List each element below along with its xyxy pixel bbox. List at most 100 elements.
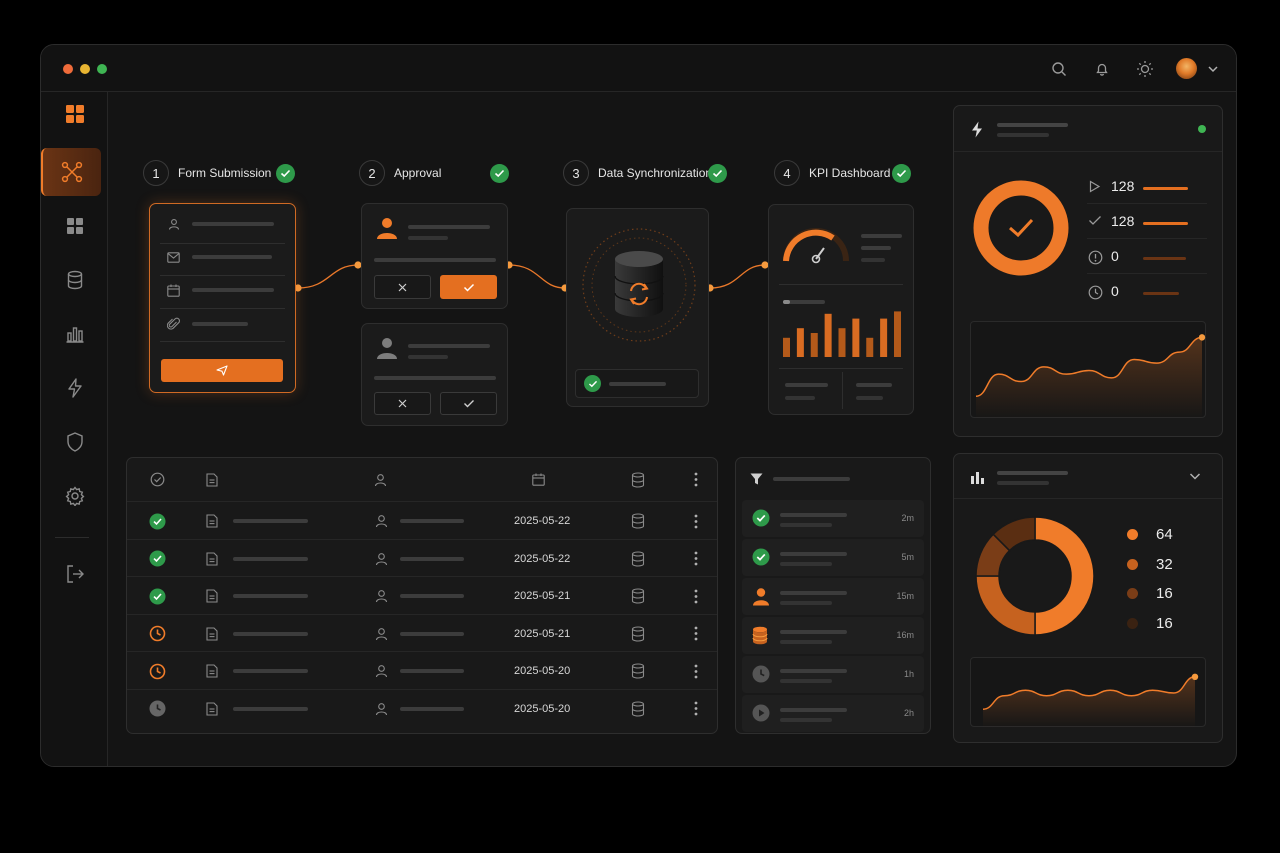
placeholder-line (192, 288, 274, 292)
status-column-icon[interactable] (150, 472, 165, 487)
row-date: 2025-05-20 (514, 665, 571, 677)
stat-level-bar (1143, 187, 1188, 190)
legend-value: 16 (1156, 614, 1173, 632)
table-row[interactable]: 2025-05-21 (127, 613, 717, 653)
table-row[interactable]: 2025-05-21 (127, 576, 717, 614)
placeholder-line (780, 562, 832, 566)
calendar-column-icon[interactable] (532, 473, 545, 486)
legend-item: 64 (1127, 526, 1173, 543)
placeholder-line (192, 322, 248, 326)
placeholder-line (780, 718, 832, 722)
feed-item[interactable]: 1h (742, 656, 924, 693)
trend-chart-2 (970, 657, 1206, 728)
sync-status-row (575, 369, 699, 398)
user-column-icon[interactable] (374, 473, 387, 487)
feed-item[interactable]: 2h (742, 695, 924, 732)
more-vertical-icon[interactable] (694, 540, 698, 578)
close-icon (398, 283, 407, 292)
trend-area (983, 676, 1195, 728)
more-vertical-icon[interactable] (694, 652, 698, 690)
placeholder-line (400, 631, 464, 636)
feed-time: 2h (903, 708, 914, 718)
table-row[interactable]: 2025-05-22 (127, 538, 717, 578)
data-sync-card[interactable] (566, 208, 709, 407)
placeholder-line-accent (783, 300, 790, 304)
database-column-icon[interactable] (631, 472, 645, 488)
approve-button[interactable] (440, 275, 497, 299)
user-icon (376, 336, 398, 360)
reject-button[interactable] (374, 392, 431, 415)
placeholder-line (997, 471, 1068, 475)
submit-button[interactable] (161, 359, 283, 382)
more-vertical-icon[interactable] (694, 502, 698, 540)
more-vertical-icon[interactable] (694, 615, 698, 653)
stat-level-bar (1143, 257, 1186, 260)
placeholder-line (861, 246, 891, 250)
placeholder-line (780, 630, 847, 634)
row-date: 2025-05-22 (514, 552, 571, 565)
feed-time: 5m (901, 552, 914, 562)
placeholder-line (233, 556, 308, 561)
stat-row: 128 (1087, 211, 1207, 239)
bar-chart-icon (970, 471, 985, 484)
placeholder-line (780, 591, 847, 595)
records-table: 2025-05-22 2025-05-22 2025-05-21 2025-05-21… (126, 457, 718, 734)
placeholder-line (785, 383, 828, 387)
approval-card-pending[interactable] (361, 323, 508, 426)
placeholder-line (780, 640, 832, 644)
table-row[interactable]: 2025-05-20 (127, 651, 717, 689)
kpi-dashboard-card[interactable] (768, 204, 914, 415)
placeholder-line (780, 523, 832, 527)
check-icon (1088, 215, 1102, 226)
database-icon (631, 615, 645, 653)
legend-value: 16 (1156, 585, 1173, 602)
document-column-icon[interactable] (206, 473, 218, 487)
placeholder-line (192, 222, 274, 226)
document-icon (206, 577, 218, 615)
placeholder-line (861, 258, 885, 262)
kpi-bar (852, 318, 860, 357)
chevron-down-icon[interactable] (1189, 472, 1201, 481)
feed-item[interactable]: 5m (742, 539, 924, 576)
feed-item[interactable]: 15m (742, 578, 924, 615)
document-icon (206, 690, 218, 728)
feed-time: 1h (903, 669, 914, 679)
reject-button[interactable] (374, 275, 431, 299)
row-date: 2025-05-21 (514, 627, 571, 640)
send-icon (216, 365, 228, 376)
clock-icon (1088, 285, 1103, 300)
check-icon (463, 399, 475, 408)
table-row[interactable]: 2025-05-20 (127, 688, 717, 728)
stat-value: 128 (1111, 213, 1135, 229)
feed-item[interactable]: 2m (742, 500, 924, 537)
placeholder-line (997, 133, 1049, 137)
row-date: 2025-05-21 (514, 590, 571, 602)
approve-button[interactable] (440, 392, 497, 415)
placeholder-line (400, 594, 464, 598)
legend-value: 64 (1156, 526, 1173, 543)
donut-slice (975, 575, 1036, 636)
more-vertical-icon[interactable] (694, 472, 698, 487)
online-status-dot (1198, 125, 1206, 133)
approval-card-approved[interactable] (361, 203, 508, 309)
table-row[interactable]: 2025-05-22 (127, 501, 717, 539)
legend-value: 32 (1156, 555, 1173, 573)
status-pending-icon (149, 652, 166, 690)
more-vertical-icon[interactable] (694, 577, 698, 615)
stat-value: 128 (1111, 178, 1135, 194)
document-icon (206, 540, 218, 578)
placeholder-line (233, 631, 308, 636)
trend-chart-1 (970, 321, 1206, 419)
placeholder-line (780, 708, 847, 712)
form-submission-card[interactable] (149, 203, 296, 393)
filter-icon[interactable] (750, 473, 763, 485)
placeholder-line (780, 601, 832, 605)
feed-item[interactable]: 16m (742, 617, 924, 654)
database-icon (752, 626, 768, 645)
placeholder-line (856, 383, 892, 387)
status-done-icon (149, 577, 166, 615)
legend-swatch (1127, 558, 1138, 570)
more-vertical-icon[interactable] (694, 690, 698, 728)
feed-time: 16m (896, 630, 914, 640)
mail-icon (167, 252, 180, 263)
